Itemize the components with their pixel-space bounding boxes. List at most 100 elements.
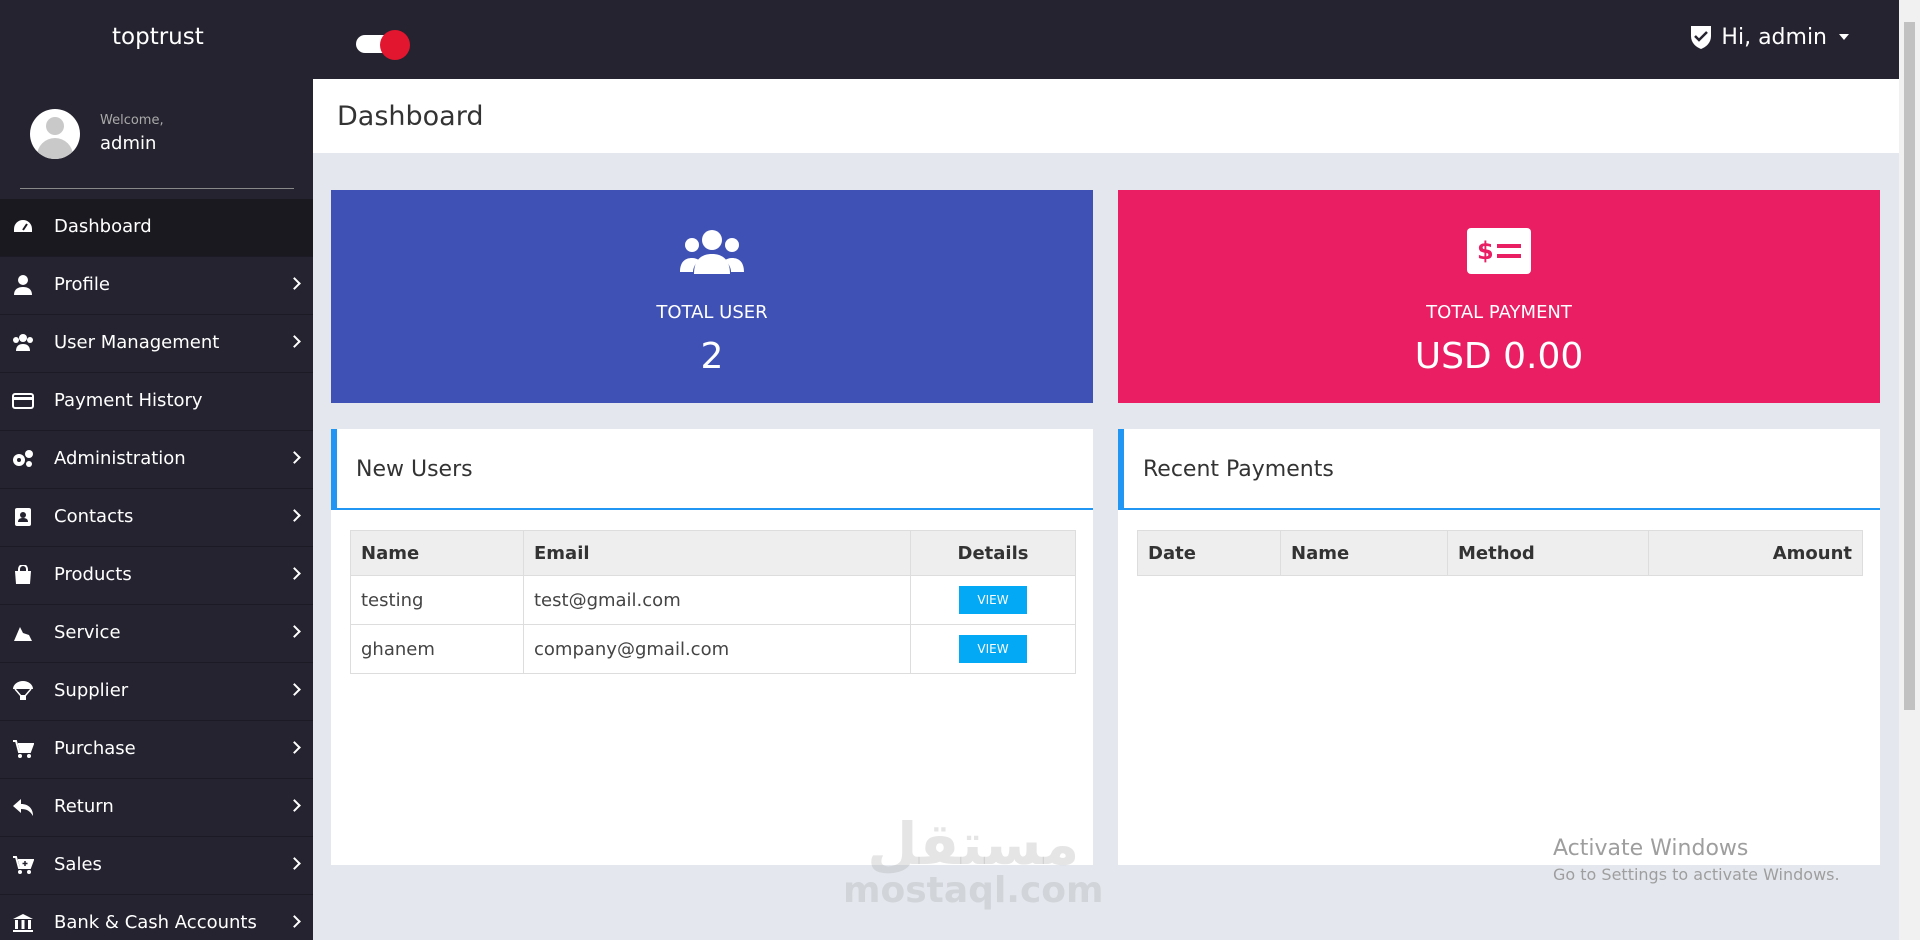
chevron-right-icon [288, 915, 301, 928]
watermark: مستقل mostaql.com [843, 810, 1104, 911]
sidebar-item-service[interactable]: Service [0, 605, 313, 663]
recent-payments-panel: Recent Payments Date Name Method Amount [1118, 429, 1880, 865]
column-header-name: Name [1280, 530, 1448, 576]
sidebar-item-label: Administration [54, 448, 186, 469]
sidebar-item-label: Profile [54, 274, 110, 295]
user-menu[interactable]: Hi, admin [1689, 24, 1849, 50]
new-users-panel: New Users Name Email Details testing tes… [331, 429, 1093, 865]
user-email: test@gmail.com [523, 575, 911, 625]
cart-plus-icon [13, 856, 34, 874]
chevron-right-icon [288, 857, 301, 870]
user-icon [14, 275, 32, 295]
sidebar-item-label: Bank & Cash Accounts [54, 912, 257, 933]
chevron-right-icon [288, 799, 301, 812]
total-user-card: TOTAL USER 2 [331, 190, 1093, 403]
panel-header: New Users [331, 429, 1093, 510]
avatar [30, 109, 80, 159]
chevron-down-icon [1839, 34, 1849, 40]
reply-icon [13, 799, 33, 816]
new-users-table: Name Email Details testing test@gmail.co… [350, 530, 1076, 674]
top-navbar: toptrust Hi, admin [0, 0, 1899, 79]
details-cell: VIEW [910, 575, 1076, 625]
sidebar-username: admin [100, 133, 157, 154]
sidebar-menu: Dashboard Profile User Management Paymen… [0, 199, 313, 940]
credit-card-icon [12, 393, 34, 409]
sidebar-profile: Welcome, admin [0, 79, 313, 189]
sidebar-item-label: Contacts [54, 506, 134, 527]
sidebar-item-contacts[interactable]: Contacts [0, 489, 313, 547]
sidebar: Welcome, admin Dashboard Profile User Ma… [0, 79, 313, 940]
sidebar-item-label: Payment History [54, 390, 203, 411]
chevron-right-icon [288, 277, 301, 290]
page-title: Dashboard [337, 101, 484, 132]
chevron-right-icon [288, 625, 301, 638]
table-row: ghanem company@gmail.com VIEW [350, 624, 1076, 674]
sidebar-item-label: Supplier [54, 680, 129, 701]
sidebar-item-products[interactable]: Products [0, 547, 313, 605]
shield-check-icon [1691, 26, 1712, 49]
user-name: testing [350, 575, 524, 625]
svg-text:$: $ [1477, 237, 1494, 265]
panel-title: Recent Payments [1143, 457, 1334, 482]
total-payment-label: TOTAL PAYMENT [1426, 302, 1572, 323]
sidebar-item-profile[interactable]: Profile [0, 257, 313, 315]
scrollbar-thumb[interactable] [1904, 22, 1915, 710]
total-payment-value: USD 0.00 [1414, 336, 1584, 377]
watermark-arabic: مستقل [867, 810, 1080, 878]
sidebar-item-label: Products [54, 564, 132, 585]
users-icon [13, 334, 33, 351]
toggle-knob [380, 30, 410, 60]
user-name: ghanem [350, 624, 524, 674]
column-header-amount: Amount [1648, 530, 1863, 576]
sidebar-item-label: Sales [54, 854, 102, 875]
sidebar-item-label: Dashboard [54, 216, 152, 237]
sidebar-item-return[interactable]: Return [0, 779, 313, 837]
user-greeting: Hi, admin [1721, 24, 1827, 50]
total-payment-card: $ TOTAL PAYMENT USD 0.00 [1118, 190, 1880, 403]
sidebar-item-label: Return [54, 796, 114, 817]
sidebar-toggle[interactable] [356, 30, 412, 60]
column-header-details: Details [910, 530, 1076, 576]
sidebar-item-sales[interactable]: Sales [0, 837, 313, 895]
table-header-row: Date Name Method Amount [1137, 530, 1863, 576]
sidebar-item-bank-cash-accounts[interactable]: Bank & Cash Accounts [0, 895, 313, 940]
view-button[interactable]: VIEW [959, 635, 1027, 663]
chevron-right-icon [288, 509, 301, 522]
chevron-right-icon [288, 567, 301, 580]
sidebar-item-user-management[interactable]: User Management [0, 315, 313, 373]
column-header-name: Name [350, 530, 524, 576]
activate-subtitle: Go to Settings to activate Windows. [1553, 865, 1840, 884]
parachute-box-icon [13, 681, 33, 700]
divider [20, 188, 294, 189]
money-check-icon: $ [1467, 228, 1531, 274]
details-cell: VIEW [910, 624, 1076, 674]
sidebar-item-dashboard[interactable]: Dashboard [0, 199, 313, 257]
address-book-icon [15, 508, 31, 526]
watermark-text: mostaql.com [843, 870, 1104, 911]
vertical-scrollbar[interactable] [1899, 0, 1920, 940]
sidebar-item-label: Purchase [54, 738, 136, 759]
sidebar-item-purchase[interactable]: Purchase [0, 721, 313, 779]
sidebar-item-administration[interactable]: Administration [0, 431, 313, 489]
chevron-right-icon [288, 741, 301, 754]
welcome-text: Welcome, [100, 113, 164, 128]
panel-header: Recent Payments [1118, 429, 1880, 510]
users-icon [680, 230, 744, 274]
user-email: company@gmail.com [523, 624, 911, 674]
total-user-label: TOTAL USER [656, 302, 768, 323]
sidebar-item-label: Service [54, 622, 121, 643]
recent-payments-table: Date Name Method Amount [1137, 530, 1863, 576]
page-header: Dashboard [313, 79, 1899, 153]
view-button[interactable]: VIEW [959, 586, 1027, 614]
table-row: testing test@gmail.com VIEW [350, 575, 1076, 625]
column-header-email: Email [523, 530, 911, 576]
total-user-value: 2 [700, 336, 724, 377]
sidebar-item-payment-history[interactable]: Payment History [0, 373, 313, 431]
column-header-method: Method [1447, 530, 1649, 576]
panel-title: New Users [356, 457, 473, 482]
sidebar-item-supplier[interactable]: Supplier [0, 663, 313, 721]
bank-icon [13, 914, 33, 932]
chevron-right-icon [288, 451, 301, 464]
service-icon [14, 627, 32, 641]
brand-logo[interactable]: toptrust [112, 24, 204, 50]
